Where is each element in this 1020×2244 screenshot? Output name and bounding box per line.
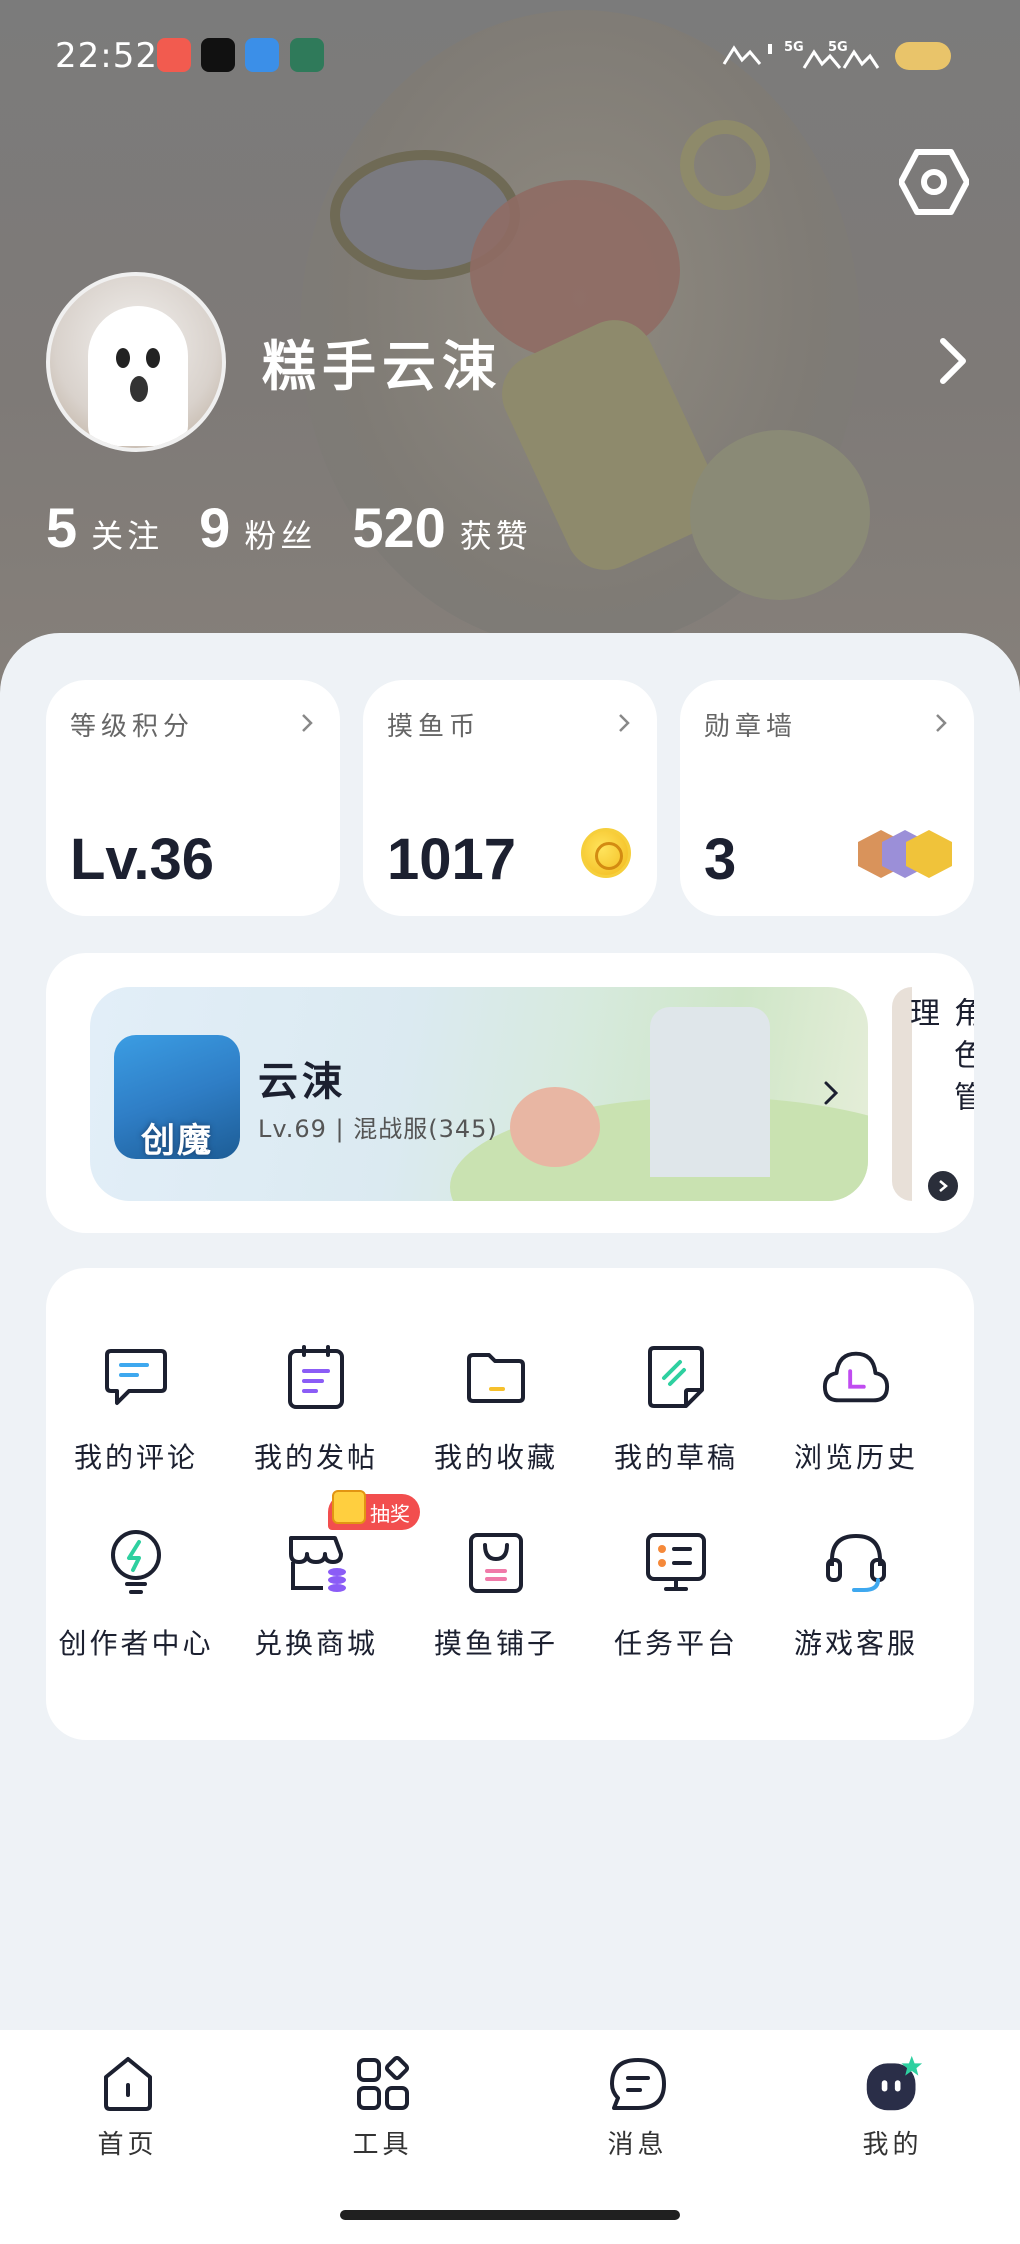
gift-icon bbox=[332, 1490, 366, 1524]
draft-icon bbox=[641, 1342, 711, 1412]
profile-chevron-right-icon[interactable] bbox=[935, 335, 971, 387]
bulb-icon bbox=[101, 1528, 171, 1598]
history-icon bbox=[821, 1342, 891, 1412]
game-role-section: 创魔 云涑 Lv.69 | 混战服(345) 角色管理 bbox=[46, 953, 974, 1233]
message-icon bbox=[608, 2054, 668, 2114]
signal-icon bbox=[802, 49, 880, 69]
nav-tools[interactable]: 工具 bbox=[283, 2054, 483, 2161]
nav-home[interactable]: 首页 bbox=[28, 2054, 228, 2161]
username[interactable]: 糕手云涑 bbox=[262, 322, 502, 401]
role-manage-button[interactable]: 角色管理 bbox=[904, 987, 974, 1201]
medal-count: 3 bbox=[704, 827, 737, 892]
battery-icon bbox=[895, 42, 951, 70]
home-icon bbox=[98, 2054, 158, 2114]
exchange-mall-button[interactable]: 抽奖 兑换商城 bbox=[226, 1490, 420, 1662]
stat-followers[interactable]: 9 粉丝 bbox=[199, 495, 316, 560]
browse-history-button[interactable]: 浏览历史 bbox=[766, 1342, 946, 1476]
coin-icon bbox=[581, 828, 631, 878]
settings-hexagon-icon bbox=[899, 149, 969, 215]
avatar[interactable] bbox=[46, 272, 226, 452]
level-points-card[interactable]: 等级积分 Lv.36 bbox=[46, 680, 340, 916]
lottery-tag: 抽奖 bbox=[328, 1490, 420, 1530]
nav-messages[interactable]: 消息 bbox=[538, 2054, 738, 2161]
level-value: Lv.36 bbox=[70, 827, 215, 892]
chevron-right-icon bbox=[936, 714, 947, 732]
function-grid-section: 我的评论 我的发帖 我的收藏 我的草稿 浏览历史 创作者中心 抽奖 兑换商城 摸… bbox=[46, 1268, 974, 1740]
tools-icon bbox=[353, 2054, 413, 2114]
medal-wall-card[interactable]: 勋章墙 3 bbox=[680, 680, 974, 916]
creator-center-button[interactable]: 创作者中心 bbox=[46, 1528, 226, 1662]
stat-following[interactable]: 5 关注 bbox=[46, 495, 163, 560]
profile-stats: 5 关注 9 粉丝 520 获赞 bbox=[46, 495, 568, 560]
headset-icon bbox=[821, 1528, 891, 1598]
fish-shop-button[interactable]: 摸鱼铺子 bbox=[406, 1528, 586, 1662]
chevron-right-icon bbox=[302, 714, 313, 732]
my-comments-button[interactable]: 我的评论 bbox=[46, 1342, 226, 1476]
my-favorites-button[interactable]: 我的收藏 bbox=[406, 1342, 586, 1476]
app-notification-icon bbox=[290, 38, 324, 72]
post-icon bbox=[281, 1342, 351, 1412]
app-notification-icon bbox=[157, 38, 191, 72]
signal-icon bbox=[722, 44, 772, 65]
summary-cards: 等级积分 Lv.36 摸鱼币 1017 勋章墙 3 bbox=[46, 680, 974, 916]
my-posts-button[interactable]: 我的发帖 bbox=[226, 1342, 406, 1476]
status-time: 22:52 bbox=[55, 36, 158, 76]
game-app-icon: 创魔 bbox=[114, 1035, 240, 1159]
task-platform-button[interactable]: 任务平台 bbox=[586, 1528, 766, 1662]
status-bar: 22:52 5G 5G bbox=[0, 0, 1020, 110]
my-drafts-button[interactable]: 我的草稿 bbox=[586, 1342, 766, 1476]
folder-icon bbox=[461, 1342, 531, 1412]
task-icon bbox=[641, 1528, 711, 1598]
tiktok-icon bbox=[201, 38, 235, 72]
profile-icon bbox=[863, 2054, 923, 2114]
comment-icon bbox=[101, 1342, 171, 1412]
fish-coin-card[interactable]: 摸鱼币 1017 bbox=[363, 680, 657, 916]
weather-icon bbox=[245, 38, 279, 72]
chevron-right-icon bbox=[619, 714, 630, 732]
shop-icon bbox=[281, 1528, 351, 1598]
arrow-right-circle-icon bbox=[928, 1171, 958, 1201]
ghost-avatar-image bbox=[88, 306, 188, 446]
chevron-right-icon[interactable] bbox=[822, 1079, 840, 1107]
game-role-name: 云涑 bbox=[258, 1059, 346, 1105]
stat-likes[interactable]: 520 获赞 bbox=[352, 495, 531, 560]
home-indicator[interactable] bbox=[340, 2210, 680, 2220]
bag-icon bbox=[461, 1528, 531, 1598]
game-support-button[interactable]: 游戏客服 bbox=[766, 1528, 946, 1662]
game-role-meta: Lv.69 | 混战服(345) bbox=[258, 1115, 498, 1143]
nav-profile[interactable]: 我的 bbox=[793, 2054, 993, 2161]
settings-button[interactable] bbox=[898, 148, 970, 216]
medal-badges-icon bbox=[858, 826, 954, 882]
coin-value: 1017 bbox=[387, 827, 517, 892]
